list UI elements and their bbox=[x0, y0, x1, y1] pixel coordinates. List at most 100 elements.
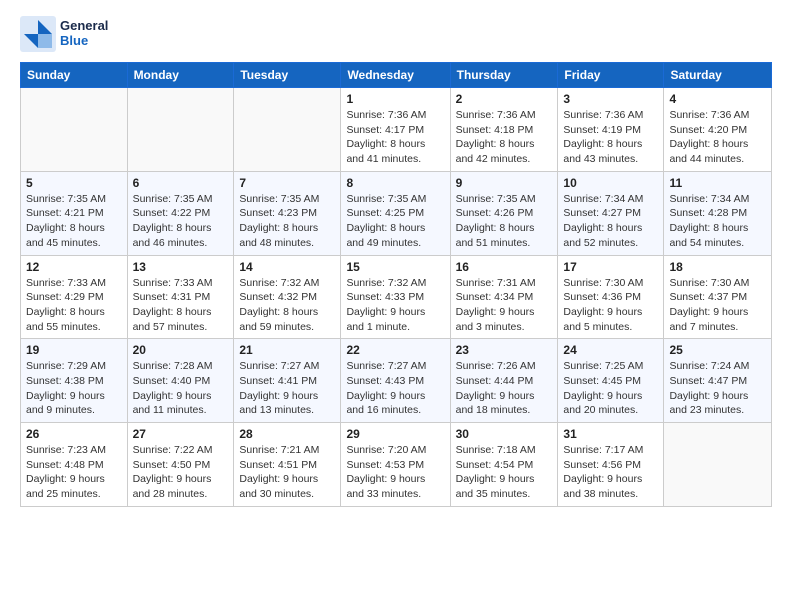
logo-general: General bbox=[60, 19, 108, 34]
day-info: Sunrise: 7:34 AM Sunset: 4:27 PM Dayligh… bbox=[563, 192, 658, 251]
weekday-header-wednesday: Wednesday bbox=[341, 63, 450, 88]
day-cell: 31Sunrise: 7:17 AM Sunset: 4:56 PM Dayli… bbox=[558, 423, 664, 507]
week-row-3: 12 Sunrise: 7:33 AM Sunset: 4:29 PM Dayli… bbox=[21, 255, 772, 339]
day-info: Sunrise: 7:35 AM Sunset: 4:25 PM Dayligh… bbox=[346, 192, 444, 251]
day-info: Sunrise: 7:33 AM Sunset: 4:29 PM Dayligh… bbox=[26, 276, 122, 335]
weekday-header-sunday: Sunday bbox=[21, 63, 128, 88]
week-row-5: 26 Sunrise: 7:23 AM Sunset: 4:48 PM Dayli… bbox=[21, 423, 772, 507]
day-number: 13 bbox=[133, 260, 229, 274]
day-cell: 4Sunrise: 7:36 AM Sunset: 4:20 PM Daylig… bbox=[664, 88, 772, 172]
day-number: 7 bbox=[239, 176, 335, 190]
day-number: 14 bbox=[239, 260, 335, 274]
day-number: 12 bbox=[26, 260, 122, 274]
day-cell: 5Sunrise: 7:35 AM Sunset: 4:21 PM Daylig… bbox=[21, 171, 128, 255]
day-info: Sunrise: 7:35 AM Sunset: 4:23 PM Dayligh… bbox=[239, 192, 335, 251]
day-cell: 23 Sunrise: 7:26 AM Sunset: 4:44 PM Dayli… bbox=[450, 339, 558, 423]
day-info: Sunrise: 7:32 AM Sunset: 4:33 PM Dayligh… bbox=[346, 276, 444, 335]
day-cell: 28Sunrise: 7:21 AM Sunset: 4:51 PM Dayli… bbox=[234, 423, 341, 507]
day-number: 6 bbox=[133, 176, 229, 190]
day-number: 11 bbox=[669, 176, 766, 190]
day-cell bbox=[21, 88, 128, 172]
day-number: 10 bbox=[563, 176, 658, 190]
day-cell: 14 Sunrise: 7:32 AM Sunset: 4:32 PM Dayli… bbox=[234, 255, 341, 339]
day-cell: 17 Sunrise: 7:30 AM Sunset: 4:36 PM Dayli… bbox=[558, 255, 664, 339]
day-info: Sunrise: 7:36 AM Sunset: 4:19 PM Dayligh… bbox=[563, 108, 658, 167]
page-container: General Blue SundayMondayTuesdayWednesda… bbox=[0, 0, 792, 517]
day-cell: 9 Sunrise: 7:35 AM Sunset: 4:26 PM Daylig… bbox=[450, 171, 558, 255]
day-cell: 18 Sunrise: 7:30 AM Sunset: 4:37 PM Dayli… bbox=[664, 255, 772, 339]
day-cell: 1 Sunrise: 7:36 AM Sunset: 4:17 PM Daylig… bbox=[341, 88, 450, 172]
day-cell: 3 Sunrise: 7:36 AM Sunset: 4:19 PM Daylig… bbox=[558, 88, 664, 172]
day-number: 16 bbox=[456, 260, 553, 274]
day-cell: 20Sunrise: 7:28 AM Sunset: 4:40 PM Dayli… bbox=[127, 339, 234, 423]
day-info: Sunrise: 7:27 AM Sunset: 4:43 PM Dayligh… bbox=[346, 359, 444, 418]
day-number: 30 bbox=[456, 427, 553, 441]
week-row-4: 19 Sunrise: 7:29 AM Sunset: 4:38 PM Dayli… bbox=[21, 339, 772, 423]
day-cell: 19 Sunrise: 7:29 AM Sunset: 4:38 PM Dayli… bbox=[21, 339, 128, 423]
day-number: 9 bbox=[456, 176, 553, 190]
day-info: Sunrise: 7:36 AM Sunset: 4:17 PM Dayligh… bbox=[346, 108, 444, 167]
logo-blue: Blue bbox=[60, 34, 108, 49]
day-cell: 6Sunrise: 7:35 AM Sunset: 4:22 PM Daylig… bbox=[127, 171, 234, 255]
day-number: 2 bbox=[456, 92, 553, 106]
weekday-header-thursday: Thursday bbox=[450, 63, 558, 88]
day-info: Sunrise: 7:30 AM Sunset: 4:36 PM Dayligh… bbox=[563, 276, 658, 335]
day-info: Sunrise: 7:32 AM Sunset: 4:32 PM Dayligh… bbox=[239, 276, 335, 335]
day-info: Sunrise: 7:31 AM Sunset: 4:34 PM Dayligh… bbox=[456, 276, 553, 335]
header: General Blue bbox=[20, 16, 772, 52]
day-cell: 29 Sunrise: 7:20 AM Sunset: 4:53 PM Dayli… bbox=[341, 423, 450, 507]
day-cell bbox=[234, 88, 341, 172]
day-info: Sunrise: 7:36 AM Sunset: 4:20 PM Dayligh… bbox=[669, 108, 766, 167]
logo-svg bbox=[20, 16, 56, 52]
day-info: Sunrise: 7:21 AM Sunset: 4:51 PM Dayligh… bbox=[239, 443, 335, 502]
day-cell: 8 Sunrise: 7:35 AM Sunset: 4:25 PM Daylig… bbox=[341, 171, 450, 255]
day-info: Sunrise: 7:34 AM Sunset: 4:28 PM Dayligh… bbox=[669, 192, 766, 251]
day-number: 22 bbox=[346, 343, 444, 357]
day-cell: 25Sunrise: 7:24 AM Sunset: 4:47 PM Dayli… bbox=[664, 339, 772, 423]
day-number: 26 bbox=[26, 427, 122, 441]
day-number: 1 bbox=[346, 92, 444, 106]
day-info: Sunrise: 7:18 AM Sunset: 4:54 PM Dayligh… bbox=[456, 443, 553, 502]
day-cell: 13Sunrise: 7:33 AM Sunset: 4:31 PM Dayli… bbox=[127, 255, 234, 339]
day-number: 29 bbox=[346, 427, 444, 441]
day-number: 27 bbox=[133, 427, 229, 441]
day-number: 8 bbox=[346, 176, 444, 190]
logo: General Blue bbox=[20, 16, 108, 52]
day-info: Sunrise: 7:24 AM Sunset: 4:47 PM Dayligh… bbox=[669, 359, 766, 418]
day-cell: 7 Sunrise: 7:35 AM Sunset: 4:23 PM Daylig… bbox=[234, 171, 341, 255]
weekday-header-monday: Monday bbox=[127, 63, 234, 88]
day-number: 5 bbox=[26, 176, 122, 190]
day-number: 18 bbox=[669, 260, 766, 274]
week-row-1: 1 Sunrise: 7:36 AM Sunset: 4:17 PM Daylig… bbox=[21, 88, 772, 172]
day-cell: 12 Sunrise: 7:33 AM Sunset: 4:29 PM Dayli… bbox=[21, 255, 128, 339]
day-cell: 10 Sunrise: 7:34 AM Sunset: 4:27 PM Dayli… bbox=[558, 171, 664, 255]
day-info: Sunrise: 7:29 AM Sunset: 4:38 PM Dayligh… bbox=[26, 359, 122, 418]
day-info: Sunrise: 7:25 AM Sunset: 4:45 PM Dayligh… bbox=[563, 359, 658, 418]
day-info: Sunrise: 7:28 AM Sunset: 4:40 PM Dayligh… bbox=[133, 359, 229, 418]
day-number: 21 bbox=[239, 343, 335, 357]
day-cell: 16 Sunrise: 7:31 AM Sunset: 4:34 PM Dayli… bbox=[450, 255, 558, 339]
weekday-header-tuesday: Tuesday bbox=[234, 63, 341, 88]
day-number: 31 bbox=[563, 427, 658, 441]
week-row-2: 5Sunrise: 7:35 AM Sunset: 4:21 PM Daylig… bbox=[21, 171, 772, 255]
day-number: 19 bbox=[26, 343, 122, 357]
day-cell: 21 Sunrise: 7:27 AM Sunset: 4:41 PM Dayli… bbox=[234, 339, 341, 423]
calendar-table: SundayMondayTuesdayWednesdayThursdayFrid… bbox=[20, 62, 772, 507]
day-number: 3 bbox=[563, 92, 658, 106]
day-cell: 11 Sunrise: 7:34 AM Sunset: 4:28 PM Dayli… bbox=[664, 171, 772, 255]
day-cell: 2Sunrise: 7:36 AM Sunset: 4:18 PM Daylig… bbox=[450, 88, 558, 172]
day-cell: 26 Sunrise: 7:23 AM Sunset: 4:48 PM Dayli… bbox=[21, 423, 128, 507]
day-info: Sunrise: 7:26 AM Sunset: 4:44 PM Dayligh… bbox=[456, 359, 553, 418]
weekday-header-row: SundayMondayTuesdayWednesdayThursdayFrid… bbox=[21, 63, 772, 88]
day-info: Sunrise: 7:27 AM Sunset: 4:41 PM Dayligh… bbox=[239, 359, 335, 418]
day-info: Sunrise: 7:20 AM Sunset: 4:53 PM Dayligh… bbox=[346, 443, 444, 502]
day-cell bbox=[127, 88, 234, 172]
day-info: Sunrise: 7:35 AM Sunset: 4:26 PM Dayligh… bbox=[456, 192, 553, 251]
day-info: Sunrise: 7:30 AM Sunset: 4:37 PM Dayligh… bbox=[669, 276, 766, 335]
day-number: 17 bbox=[563, 260, 658, 274]
day-cell: 30 Sunrise: 7:18 AM Sunset: 4:54 PM Dayli… bbox=[450, 423, 558, 507]
day-number: 23 bbox=[456, 343, 553, 357]
day-info: Sunrise: 7:23 AM Sunset: 4:48 PM Dayligh… bbox=[26, 443, 122, 502]
day-number: 24 bbox=[563, 343, 658, 357]
day-cell: 24 Sunrise: 7:25 AM Sunset: 4:45 PM Dayli… bbox=[558, 339, 664, 423]
